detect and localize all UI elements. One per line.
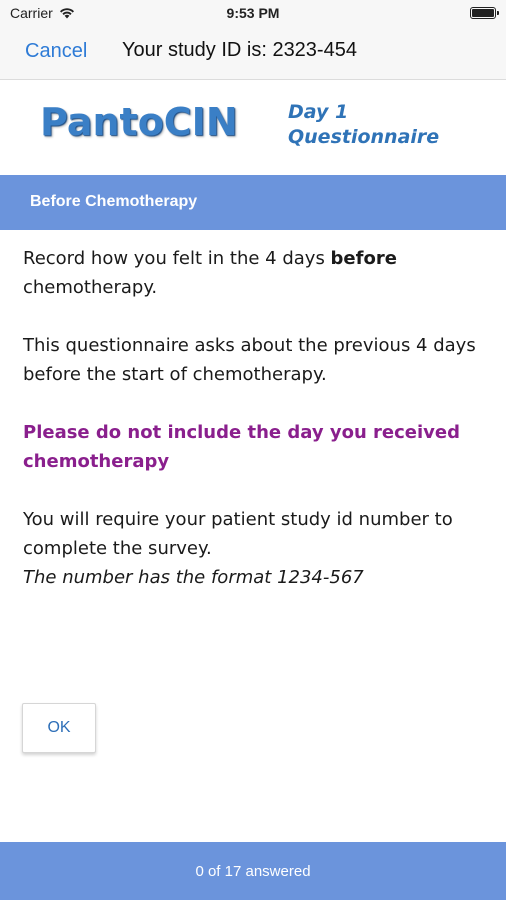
status-bar: Carrier 9:53 PM — [0, 0, 506, 26]
questionnaire-day-label: Day 1 Questionnaire — [288, 100, 439, 150]
day-number: Day 1 — [288, 101, 349, 123]
battery-icon — [470, 7, 499, 19]
clock: 9:53 PM — [226, 5, 280, 21]
instruction-study-id: You will require your patient study id n… — [23, 505, 488, 592]
cancel-button[interactable]: Cancel — [25, 40, 87, 63]
study-id-format: The number has the format 1234-567 — [23, 567, 364, 588]
progress-text: 0 of 17 answered — [195, 862, 311, 880]
study-id-title: Your study ID is: 2323-454 — [122, 39, 357, 61]
section-header: Before Chemotherapy — [0, 175, 506, 230]
navigation-bar: Cancel Your study ID is: 2323-454 — [0, 26, 506, 80]
instruction-scope: This questionnaire asks about the previo… — [23, 335, 476, 385]
section-title: Before Chemotherapy — [30, 193, 198, 210]
progress-footer: 0 of 17 answered — [0, 842, 506, 900]
instruction-record: Record how you felt in the 4 days before… — [23, 248, 397, 298]
questionnaire-label: Questionnaire — [288, 126, 440, 148]
ok-button[interactable]: OK — [22, 703, 96, 753]
study-id-requirement: You will require your patient study id n… — [23, 509, 453, 559]
instructions: Record how you felt in the 4 days before… — [23, 244, 488, 592]
pantocin-logo: PantoCIN — [40, 100, 238, 144]
warning-text: Please do not include the day you receiv… — [23, 422, 460, 472]
brand-header: PantoCIN Day 1 Questionnaire — [0, 80, 506, 175]
